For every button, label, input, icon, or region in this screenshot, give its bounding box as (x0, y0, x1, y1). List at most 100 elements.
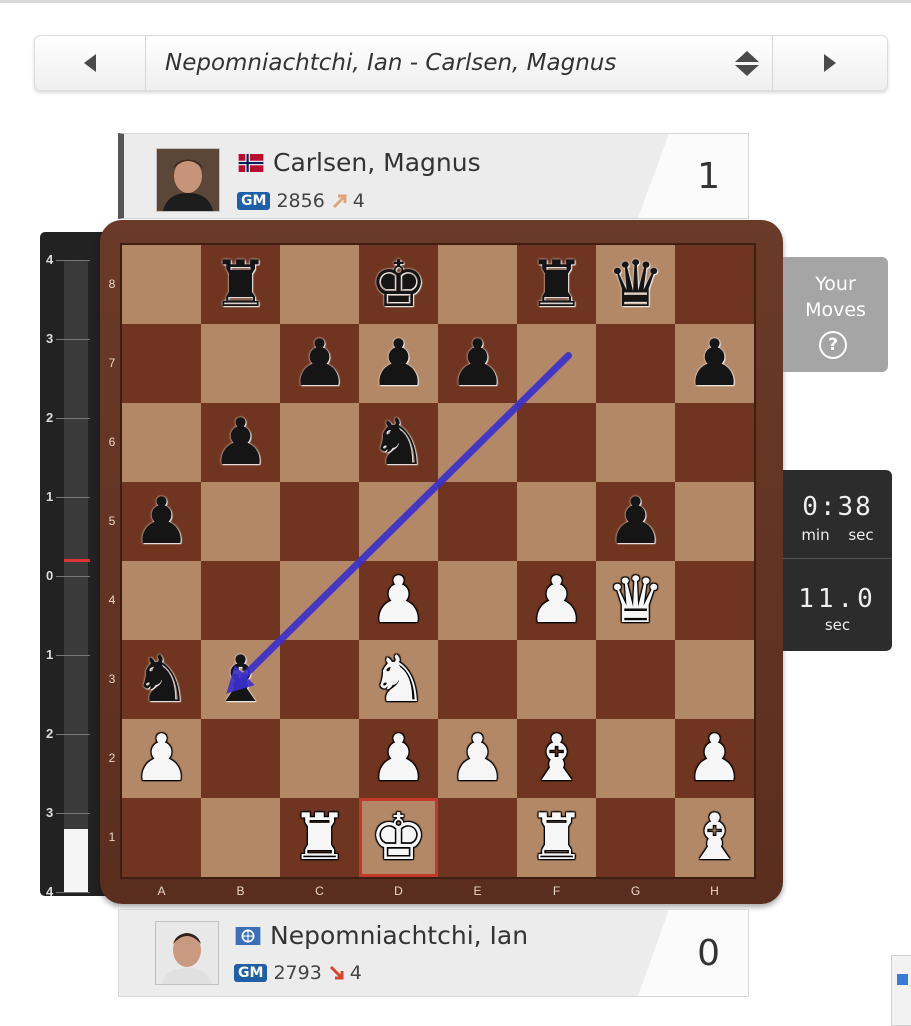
square-b7[interactable] (201, 324, 280, 403)
black-rook-icon[interactable]: ♜ (212, 253, 269, 317)
square-g7[interactable] (596, 324, 675, 403)
square-c3[interactable] (280, 640, 359, 719)
help-icon[interactable]: ? (819, 331, 847, 359)
black-rook-icon[interactable]: ♜ (528, 253, 585, 317)
square-h5[interactable] (675, 482, 754, 561)
square-f1[interactable]: ♜ (517, 798, 596, 877)
square-a1[interactable] (122, 798, 201, 877)
square-e2[interactable]: ♟ (438, 719, 517, 798)
square-h2[interactable]: ♟ (675, 719, 754, 798)
square-e6[interactable] (438, 403, 517, 482)
square-c7[interactable]: ♟ (280, 324, 359, 403)
square-g3[interactable] (596, 640, 675, 719)
your-moves-button[interactable]: Your Moves ? (783, 257, 888, 372)
black-knight-icon[interactable]: ♞ (133, 648, 190, 712)
previous-game-button[interactable] (35, 36, 146, 90)
square-d5[interactable] (359, 482, 438, 561)
white-rook-icon[interactable]: ♜ (291, 806, 348, 870)
white-rook-icon[interactable]: ♜ (528, 806, 585, 870)
square-c4[interactable] (280, 561, 359, 640)
black-pawn-icon[interactable]: ♟ (607, 490, 664, 554)
chess-board[interactable]: ♜ ♚ ♜ ♛ ♟ ♟ ♟ ♟ ♟ ♞ ♟ ♟ ♟ ♟ ♛ ♞ ♝ ♞ ♟ ♟ ♟ ♝ ♟ ♜ ♚ ♜ ♝ (120, 243, 756, 879)
square-g8[interactable]: ♛ (596, 245, 675, 324)
square-h6[interactable] (675, 403, 754, 482)
white-pawn-icon[interactable]: ♟ (449, 727, 506, 791)
square-d1[interactable]: ♚ (359, 798, 438, 877)
square-b8[interactable]: ♜ (201, 245, 280, 324)
square-e7[interactable]: ♟ (438, 324, 517, 403)
square-f2[interactable]: ♝ (517, 719, 596, 798)
next-game-button[interactable] (772, 36, 887, 90)
game-title[interactable]: Nepomniachtchi, Ian - Carlsen, Magnus (165, 36, 616, 90)
square-a5[interactable]: ♟ (122, 482, 201, 561)
white-pawn-icon[interactable]: ♟ (370, 569, 427, 633)
square-a6[interactable] (122, 403, 201, 482)
white-pawn-icon[interactable]: ♟ (686, 727, 743, 791)
square-d8[interactable]: ♚ (359, 245, 438, 324)
white-bishop-icon[interactable]: ♝ (528, 727, 585, 791)
white-pawn-icon[interactable]: ♟ (133, 727, 190, 791)
black-pawn-icon[interactable]: ♟ (212, 411, 269, 475)
square-e3[interactable] (438, 640, 517, 719)
square-f5[interactable] (517, 482, 596, 561)
black-queen-icon[interactable]: ♛ (607, 253, 664, 317)
square-b2[interactable] (201, 719, 280, 798)
square-h8[interactable] (675, 245, 754, 324)
square-b4[interactable] (201, 561, 280, 640)
square-a4[interactable] (122, 561, 201, 640)
square-g2[interactable] (596, 719, 675, 798)
square-g4[interactable]: ♛ (596, 561, 675, 640)
square-f3[interactable] (517, 640, 596, 719)
square-c1[interactable]: ♜ (280, 798, 359, 877)
square-f4[interactable]: ♟ (517, 561, 596, 640)
square-b5[interactable] (201, 482, 280, 561)
square-e8[interactable] (438, 245, 517, 324)
side-widget[interactable] (891, 955, 911, 1026)
square-e5[interactable] (438, 482, 517, 561)
square-b6[interactable]: ♟ (201, 403, 280, 482)
square-f7[interactable] (517, 324, 596, 403)
square-e1[interactable] (438, 798, 517, 877)
square-a7[interactable] (122, 324, 201, 403)
square-d2[interactable]: ♟ (359, 719, 438, 798)
square-d4[interactable]: ♟ (359, 561, 438, 640)
square-e4[interactable] (438, 561, 517, 640)
square-h3[interactable] (675, 640, 754, 719)
black-bishop-icon[interactable]: ♝ (212, 648, 269, 712)
square-h1[interactable]: ♝ (675, 798, 754, 877)
file-label: C (315, 884, 324, 898)
square-g6[interactable] (596, 403, 675, 482)
square-c8[interactable] (280, 245, 359, 324)
square-c2[interactable] (280, 719, 359, 798)
square-g5[interactable]: ♟ (596, 482, 675, 561)
white-knight-icon[interactable]: ♞ (370, 648, 427, 712)
white-king-icon[interactable]: ♚ (370, 806, 427, 870)
sort-updown-icon[interactable] (732, 49, 762, 79)
square-d6[interactable]: ♞ (359, 403, 438, 482)
square-c6[interactable] (280, 403, 359, 482)
white-pawn-icon[interactable]: ♟ (528, 569, 585, 633)
square-d3[interactable]: ♞ (359, 640, 438, 719)
square-a3[interactable]: ♞ (122, 640, 201, 719)
black-pawn-icon[interactable]: ♟ (291, 332, 348, 396)
black-pawn-icon[interactable]: ♟ (449, 332, 506, 396)
black-pawn-icon[interactable]: ♟ (370, 332, 427, 396)
black-pawn-icon[interactable]: ♟ (133, 490, 190, 554)
white-bishop-icon[interactable]: ♝ (686, 806, 743, 870)
square-g1[interactable] (596, 798, 675, 877)
square-d7[interactable]: ♟ (359, 324, 438, 403)
white-pawn-icon[interactable]: ♟ (370, 727, 427, 791)
square-f6[interactable] (517, 403, 596, 482)
black-pawn-icon[interactable]: ♟ (686, 332, 743, 396)
square-b3[interactable]: ♝ (201, 640, 280, 719)
black-knight-icon[interactable]: ♞ (370, 411, 427, 475)
square-f8[interactable]: ♜ (517, 245, 596, 324)
square-h4[interactable] (675, 561, 754, 640)
square-a2[interactable]: ♟ (122, 719, 201, 798)
black-king-icon[interactable]: ♚ (370, 253, 427, 317)
white-queen-icon[interactable]: ♛ (607, 569, 664, 633)
square-c5[interactable] (280, 482, 359, 561)
square-a8[interactable] (122, 245, 201, 324)
square-h7[interactable]: ♟ (675, 324, 754, 403)
square-b1[interactable] (201, 798, 280, 877)
